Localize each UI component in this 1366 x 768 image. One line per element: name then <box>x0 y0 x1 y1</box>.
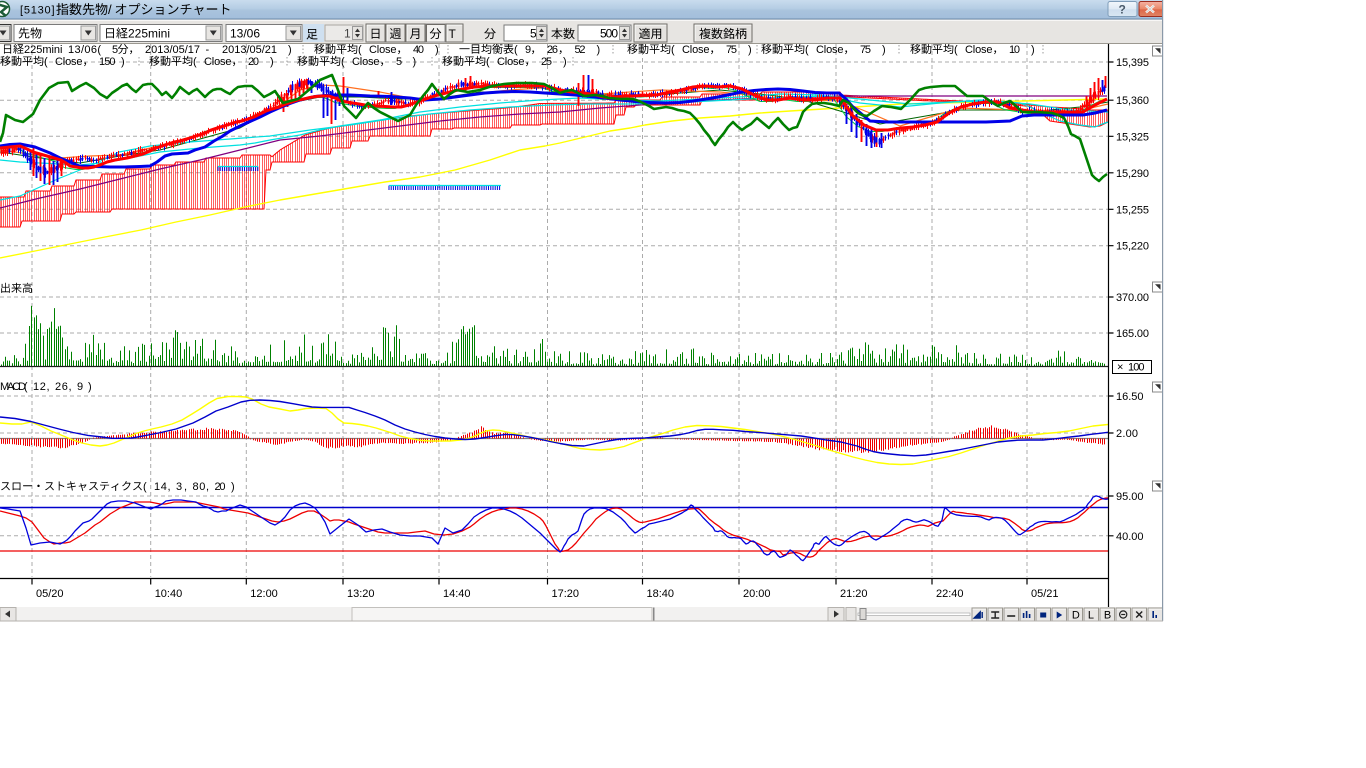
svg-text:Close: Close <box>682 44 710 56</box>
svg-text:(: ( <box>341 56 345 68</box>
svg-text:10: 10 <box>1009 44 1020 56</box>
svg-text:): ) <box>882 44 886 56</box>
svg-text:(: ( <box>486 56 490 68</box>
svg-text:/: / <box>108 2 112 17</box>
svg-text:75: 75 <box>860 44 871 56</box>
svg-text:T: T <box>449 27 457 41</box>
svg-text:2013/05/17: 2013/05/17 <box>145 44 200 56</box>
svg-text:Close: Close <box>497 56 525 68</box>
svg-text:12,: 12, <box>33 381 50 393</box>
svg-text:75: 75 <box>726 44 737 56</box>
svg-text:Close: Close <box>204 56 232 68</box>
svg-text:20:00: 20:00 <box>743 588 771 600</box>
svg-text:12:00: 12:00 <box>250 588 277 600</box>
svg-text:15,220: 15,220 <box>1116 241 1149 253</box>
svg-text:26,: 26, <box>55 381 72 393</box>
svg-text:MACD(: MACD( <box>0 381 28 393</box>
svg-text:80,: 80, <box>193 481 210 493</box>
svg-text:225mini: 225mini <box>24 44 63 56</box>
svg-text:): ) <box>231 481 235 493</box>
svg-text:40: 40 <box>413 44 424 56</box>
svg-text:): ) <box>270 56 274 68</box>
svg-text:5: 5 <box>396 56 402 68</box>
svg-text:100: 100 <box>1128 362 1145 374</box>
svg-text:(: ( <box>671 44 675 56</box>
svg-text:): ) <box>748 44 752 56</box>
svg-text:L: L <box>1088 610 1094 622</box>
svg-text:14,: 14, <box>154 481 171 493</box>
svg-text:13/06(: 13/06( <box>68 44 101 56</box>
svg-text:(: ( <box>805 44 809 56</box>
svg-text:95.00: 95.00 <box>1116 491 1144 503</box>
svg-text:(: ( <box>44 56 48 68</box>
svg-text:05/21: 05/21 <box>1031 588 1059 600</box>
svg-text:-: - <box>206 44 210 56</box>
svg-text:(: ( <box>954 44 958 56</box>
svg-text:): ) <box>1031 44 1035 56</box>
svg-text:): ) <box>288 44 292 56</box>
svg-text:): ) <box>88 381 92 393</box>
svg-text:13:20: 13:20 <box>347 588 375 600</box>
svg-text:22:40: 22:40 <box>936 588 964 600</box>
svg-text:3,: 3, <box>176 481 187 493</box>
svg-text:5: 5 <box>112 44 118 56</box>
svg-text:150: 150 <box>99 56 116 68</box>
svg-text:18:40: 18:40 <box>647 588 675 600</box>
svg-text:×: × <box>1117 362 1123 374</box>
svg-text:13/06: 13/06 <box>230 27 260 41</box>
svg-text:D: D <box>1072 610 1080 622</box>
svg-text:25: 25 <box>541 56 552 68</box>
svg-text:05/20: 05/20 <box>36 588 64 600</box>
svg-text:165.00: 165.00 <box>1116 328 1149 340</box>
svg-text:1: 1 <box>344 27 351 41</box>
svg-text:): ) <box>121 56 125 68</box>
svg-text:9: 9 <box>77 381 83 393</box>
svg-text:40.00: 40.00 <box>1116 531 1144 543</box>
svg-text:?: ? <box>1119 3 1126 17</box>
svg-text:21:20: 21:20 <box>840 588 868 600</box>
svg-text:[5130]: [5130] <box>20 5 55 17</box>
svg-text:9: 9 <box>525 44 531 56</box>
svg-text:26: 26 <box>547 44 558 56</box>
svg-text:(: ( <box>143 481 147 493</box>
svg-text:500: 500 <box>600 27 618 41</box>
svg-text:225mini: 225mini <box>128 27 170 41</box>
svg-text:Close: Close <box>55 56 83 68</box>
svg-text:16.50: 16.50 <box>1116 391 1144 403</box>
svg-text:(: ( <box>514 44 518 56</box>
svg-text:20: 20 <box>215 481 226 493</box>
svg-text:15,360: 15,360 <box>1116 95 1149 107</box>
svg-text:): ) <box>435 44 439 56</box>
svg-text:Close: Close <box>352 56 380 68</box>
svg-text:5: 5 <box>530 27 537 41</box>
svg-text:B: B <box>1104 610 1111 622</box>
svg-text:Close: Close <box>816 44 844 56</box>
svg-text:370.00: 370.00 <box>1116 292 1149 304</box>
svg-text:15,255: 15,255 <box>1116 204 1149 216</box>
svg-text:20: 20 <box>248 56 259 68</box>
svg-text:2.00: 2.00 <box>1116 428 1138 440</box>
svg-text:2013/05/21: 2013/05/21 <box>222 44 277 56</box>
svg-text:15,395: 15,395 <box>1116 57 1149 69</box>
svg-text:(: ( <box>193 56 197 68</box>
svg-text:Close: Close <box>369 44 397 56</box>
svg-text:10:40: 10:40 <box>155 588 183 600</box>
svg-text:15,290: 15,290 <box>1116 168 1149 180</box>
svg-text:17:20: 17:20 <box>552 588 580 600</box>
svg-text:52: 52 <box>575 44 586 56</box>
svg-text:(: ( <box>358 44 362 56</box>
svg-text:15,325: 15,325 <box>1116 131 1149 143</box>
svg-text:): ) <box>563 56 567 68</box>
svg-text:): ) <box>413 56 417 68</box>
svg-text:): ) <box>597 44 601 56</box>
svg-text:14:40: 14:40 <box>443 588 471 600</box>
svg-text:Close: Close <box>965 44 993 56</box>
